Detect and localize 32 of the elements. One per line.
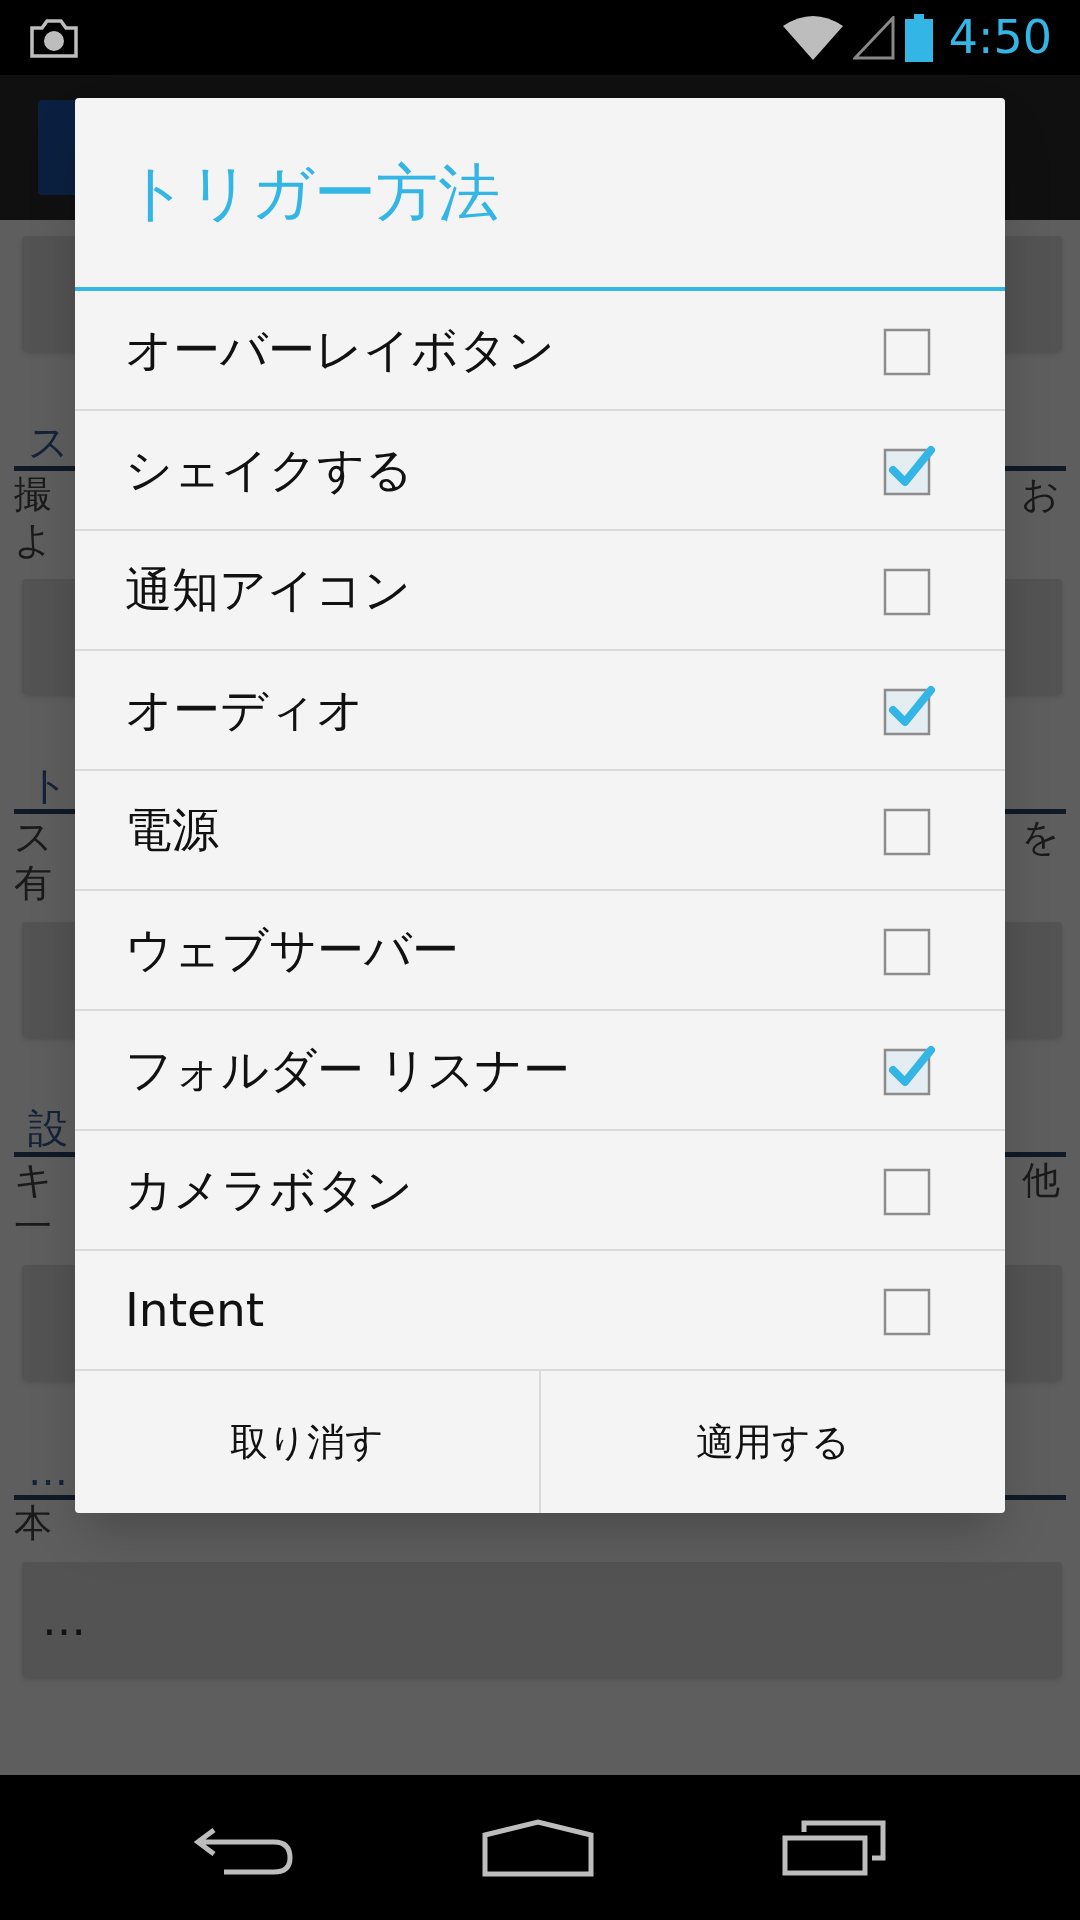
battery-icon (904, 13, 933, 62)
description-text: 有 (14, 864, 52, 902)
description-text: を (1021, 818, 1060, 856)
option-row[interactable]: 電源 (75, 771, 1005, 891)
clock-time: 4:50 (948, 9, 1052, 66)
option-row[interactable]: フォルダー リスナー (75, 1011, 1005, 1131)
option-row[interactable]: 通知アイコン (75, 531, 1005, 651)
section-header: 設 (28, 1108, 68, 1152)
option-row[interactable]: オーバーレイボタン (75, 291, 1005, 411)
description-text: お (1021, 475, 1060, 513)
section-header: ス (28, 422, 69, 466)
section-header: … (28, 1451, 68, 1495)
description-text: 一 (14, 1207, 52, 1245)
description-text: 他 (1022, 1161, 1060, 1199)
recent-apps-icon[interactable] (782, 1819, 886, 1876)
description-text: キ (14, 1161, 53, 1199)
option-row[interactable]: Intent (75, 1251, 1005, 1371)
dialog-title: トリガー方法 (125, 155, 500, 231)
description-text: 本 (14, 1504, 52, 1542)
option-row[interactable]: カメラボタン (75, 1131, 1005, 1251)
signal-icon (852, 15, 895, 60)
option-row[interactable]: オーディオ (75, 651, 1005, 771)
home-icon[interactable] (482, 1818, 594, 1877)
description-text: ス (14, 818, 53, 856)
dialog-button[interactable]: 取り消す (75, 1371, 539, 1513)
dialog-button[interactable]: 適用する (539, 1371, 1005, 1513)
option-row[interactable]: ウェブサーバー (75, 891, 1005, 1011)
wifi-icon (782, 15, 843, 60)
description-text: よ (14, 521, 53, 559)
description-text: 撮 (14, 475, 52, 513)
option-row[interactable]: シェイクする (75, 411, 1005, 531)
section-header: ト (28, 765, 69, 809)
